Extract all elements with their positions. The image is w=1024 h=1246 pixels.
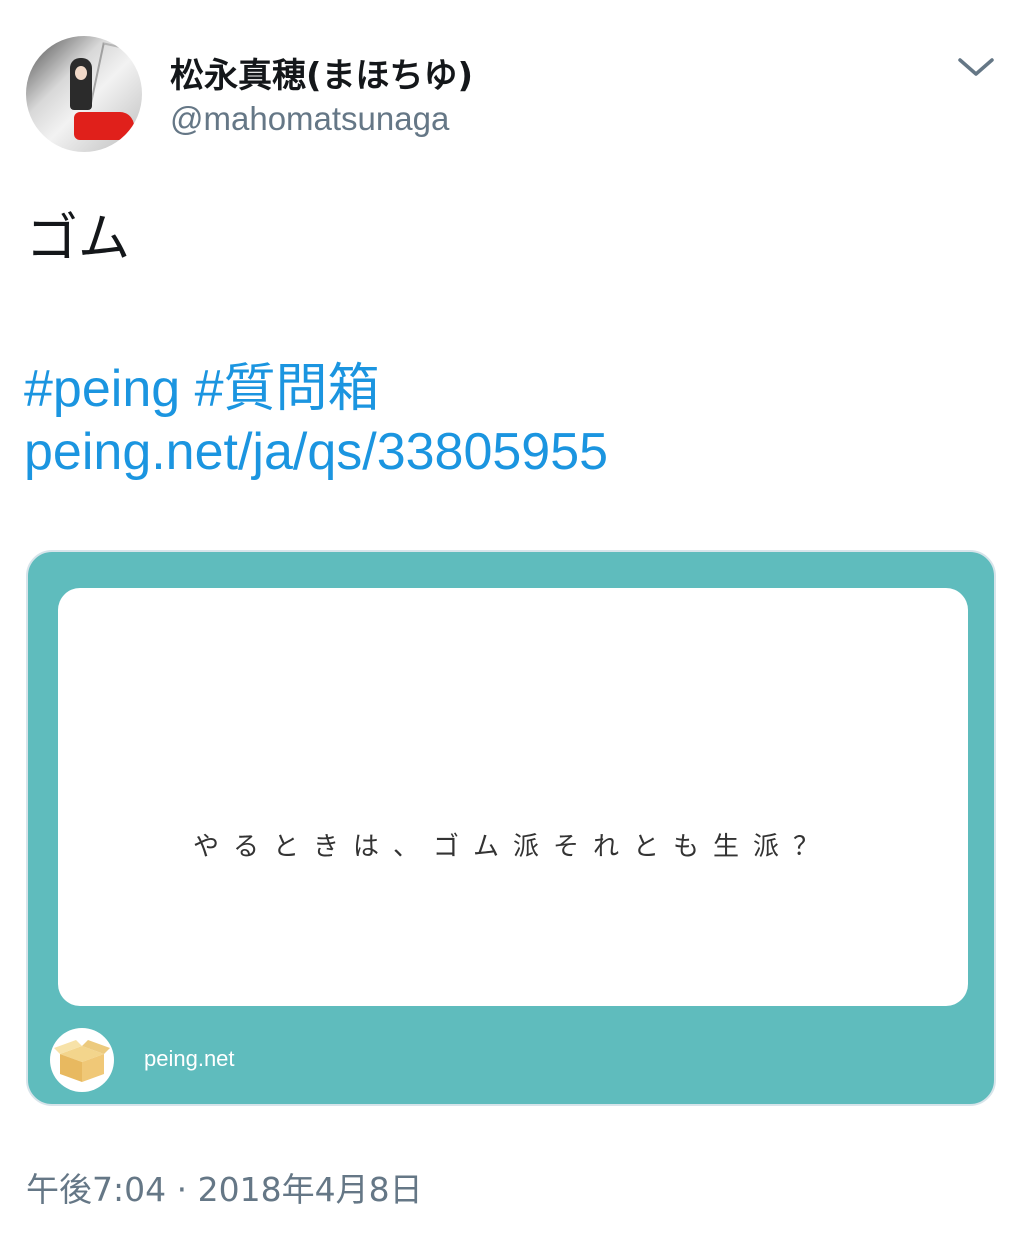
url-line: peing.net/ja/qs/33805955 [24,422,608,482]
tweet-link[interactable]: peing.net/ja/qs/33805955 [24,423,608,481]
link-card[interactable]: やるときは、ゴム派それとも生派？ peing.net [26,550,996,1106]
tweet-time: 午後7:04 [26,1170,167,1209]
tweet-timestamp[interactable]: 午後7:04 · 2018年4月8日 [26,1163,423,1211]
avatar-graffiti [90,42,142,112]
tweet-date: 2018年4月8日 [197,1170,423,1209]
card-image: やるときは、ゴム派それとも生派？ [58,588,968,1006]
hashtag-peing[interactable]: #peing [24,360,180,418]
tweet-text: ゴム [26,209,131,269]
avatar[interactable] [26,36,142,152]
avatar-face [75,66,87,80]
hashtag-question-box[interactable]: #質問箱 [195,360,380,418]
chevron-down-icon[interactable] [956,52,996,82]
card-question: やるときは、ゴム派それとも生派？ [192,832,833,862]
author-handle[interactable]: @mahomatsunaga [170,100,449,138]
cardboard-box-icon [50,1028,114,1092]
author-display-name[interactable]: 松永真穂(まほちゆ) [170,48,473,97]
tweet: 松永真穂(まほちゆ) @mahomatsunaga ゴム #peing #質問箱… [0,0,1024,1246]
hashtag-line: #peing #質問箱 [24,346,380,421]
avatar-red-skirt [74,112,134,140]
card-domain: peing.net [144,1046,235,1071]
timestamp-separator: · [176,1170,188,1209]
